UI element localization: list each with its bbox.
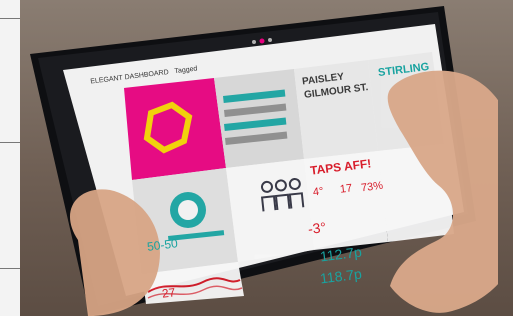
left-page-edge bbox=[0, 0, 20, 316]
tablet-photo: ELEGANT DASHBOARD Tagged PAISLEY GILMOUR… bbox=[18, 0, 513, 316]
hex-tile bbox=[124, 78, 226, 180]
weather-temp-alt: 4° bbox=[312, 185, 325, 199]
tablet-illustration bbox=[30, 6, 513, 316]
divider-line-1 bbox=[0, 18, 20, 19]
photo-scene: ELEGANT DASHBOARD Tagged PAISLEY GILMOUR… bbox=[0, 0, 513, 316]
people-tile bbox=[226, 159, 314, 262]
divider-line-2 bbox=[0, 142, 20, 143]
route-tile bbox=[214, 69, 304, 168]
weather-temp: -3° bbox=[307, 218, 327, 238]
divider-line-3 bbox=[0, 268, 20, 269]
chart-value: 27 bbox=[161, 285, 177, 301]
weather-value-17: 17 bbox=[339, 182, 353, 196]
